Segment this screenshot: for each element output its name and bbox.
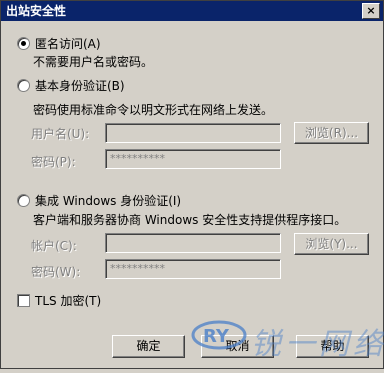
windows-password-field[interactable]: ********** xyxy=(105,259,281,279)
close-icon: × xyxy=(366,4,376,17)
basic-auth-radio[interactable] xyxy=(17,79,30,92)
basic-username-field[interactable] xyxy=(105,123,281,143)
basic-auth-label[interactable]: 基本身份验证(B) xyxy=(35,77,125,94)
anonymous-description: 不需要用户名或密码。 xyxy=(33,55,154,69)
anonymous-label[interactable]: 匿名访问(A) xyxy=(35,35,101,52)
windows-auth-label[interactable]: 集成 Windows 身份验证(I) xyxy=(35,192,181,209)
watermark-text: 锐一网络 xyxy=(251,327,384,362)
window-title: 出站安全性 xyxy=(6,4,67,18)
account-label: 帐户(C): xyxy=(31,239,77,253)
tls-checkbox[interactable] xyxy=(17,294,30,307)
anonymous-radio[interactable] xyxy=(17,37,30,50)
account-field[interactable] xyxy=(105,233,281,253)
svg-text:RY: RY xyxy=(203,326,230,347)
outbound-security-dialog: 出站安全性 × 匿名访问(A) 不需要用户名或密码。 基本身份验证(B) 密码使… xyxy=(0,0,384,369)
title-bar: 出站安全性 × xyxy=(1,1,383,21)
basic-auth-description: 密码使用标准命令以明文形式在网络上发送。 xyxy=(33,103,274,117)
basic-password-label: 密码(P): xyxy=(31,155,76,169)
windows-auth-description: 客户端和服务器协商 Windows 安全性支持提供程序接口。 xyxy=(33,213,347,227)
basic-browse-button[interactable]: 浏览(R)... xyxy=(294,122,369,144)
windows-browse-button[interactable]: 浏览(Y)... xyxy=(294,233,369,255)
close-button[interactable]: × xyxy=(362,3,380,19)
basic-password-field[interactable]: ********** xyxy=(105,149,281,169)
watermark: RY 锐一网络 xyxy=(189,313,384,370)
windows-password-label: 密码(W): xyxy=(31,265,81,279)
ok-button[interactable]: 确定 xyxy=(112,335,185,358)
tls-label[interactable]: TLS 加密(T) xyxy=(35,292,101,309)
windows-auth-radio[interactable] xyxy=(17,194,30,207)
basic-username-label: 用户名(U): xyxy=(31,127,90,141)
